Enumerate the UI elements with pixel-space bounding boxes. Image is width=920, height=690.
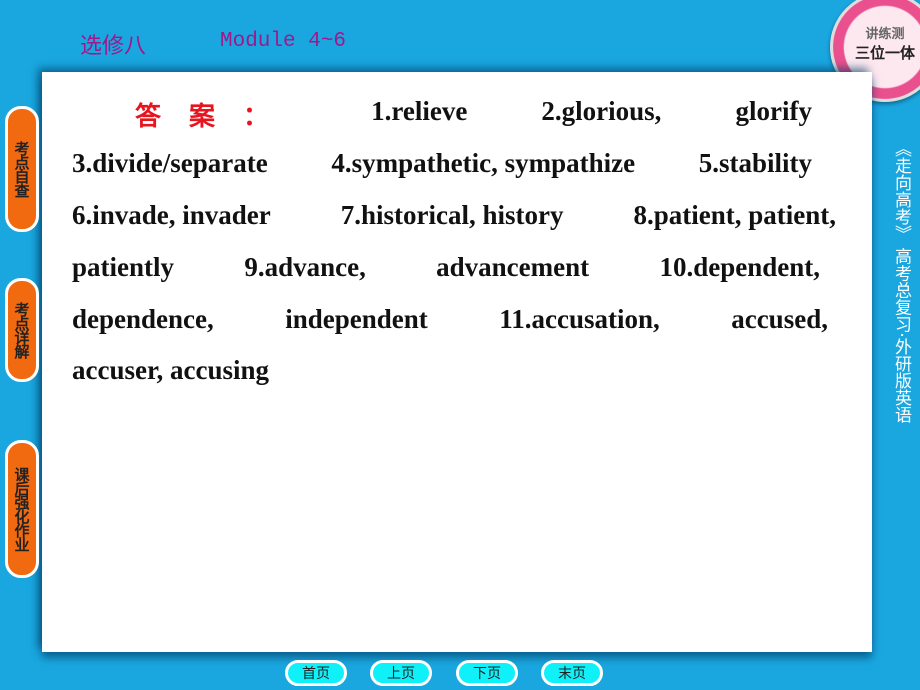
title-module: Module 4~6 <box>220 30 347 53</box>
book-title-vertical: 《走向高考》 高考总复习·外研版英语 <box>891 140 911 423</box>
sidebar-item-self-check[interactable]: 考点自查 <box>5 106 39 232</box>
answer-item: accuser, accusing <box>72 355 269 385</box>
answer-item: independent <box>285 304 428 334</box>
page-title: 选修八 Module 4~6 <box>80 28 346 60</box>
answer-item: advancement <box>436 252 590 282</box>
sidebar-item-explanation[interactable]: 考点详解 <box>5 278 39 382</box>
sidebar-item-homework[interactable]: 课后强化作业 <box>5 440 39 578</box>
answer-item: 7.historical, history <box>340 200 564 230</box>
answer-label: 答案： <box>135 102 298 132</box>
answer-item: 2.glorious, <box>541 96 662 126</box>
answer-item: 11.accusation, <box>499 304 660 334</box>
answer-item: 10.dependent, <box>659 252 820 282</box>
answer-item: accused, <box>731 304 828 334</box>
answer-item: 4.sympathetic, sympathize <box>331 148 636 178</box>
answer-item: 8.patient, patient, <box>633 200 837 230</box>
badge-line2: 三位一体 <box>854 44 915 62</box>
title-cn: 选修八 <box>80 33 147 58</box>
answer-item: 5.stability <box>698 148 812 178</box>
answer-item: 6.invade, invader <box>72 200 271 230</box>
answer-item: glorify <box>735 96 812 126</box>
answer-item: 1.relieve <box>371 96 468 126</box>
answer-item: patiently <box>72 252 175 282</box>
answer-item: 9.advance, <box>244 252 366 282</box>
prev-page-button[interactable]: 上页 <box>370 660 432 686</box>
answer-item: 3.divide/separate <box>72 148 268 178</box>
last-page-button[interactable]: 末页 <box>541 660 603 686</box>
next-page-button[interactable]: 下页 <box>456 660 518 686</box>
first-page-button[interactable]: 首页 <box>285 660 347 686</box>
answer-item: dependence, <box>72 304 214 334</box>
badge-line1: 讲练测 <box>865 27 905 42</box>
